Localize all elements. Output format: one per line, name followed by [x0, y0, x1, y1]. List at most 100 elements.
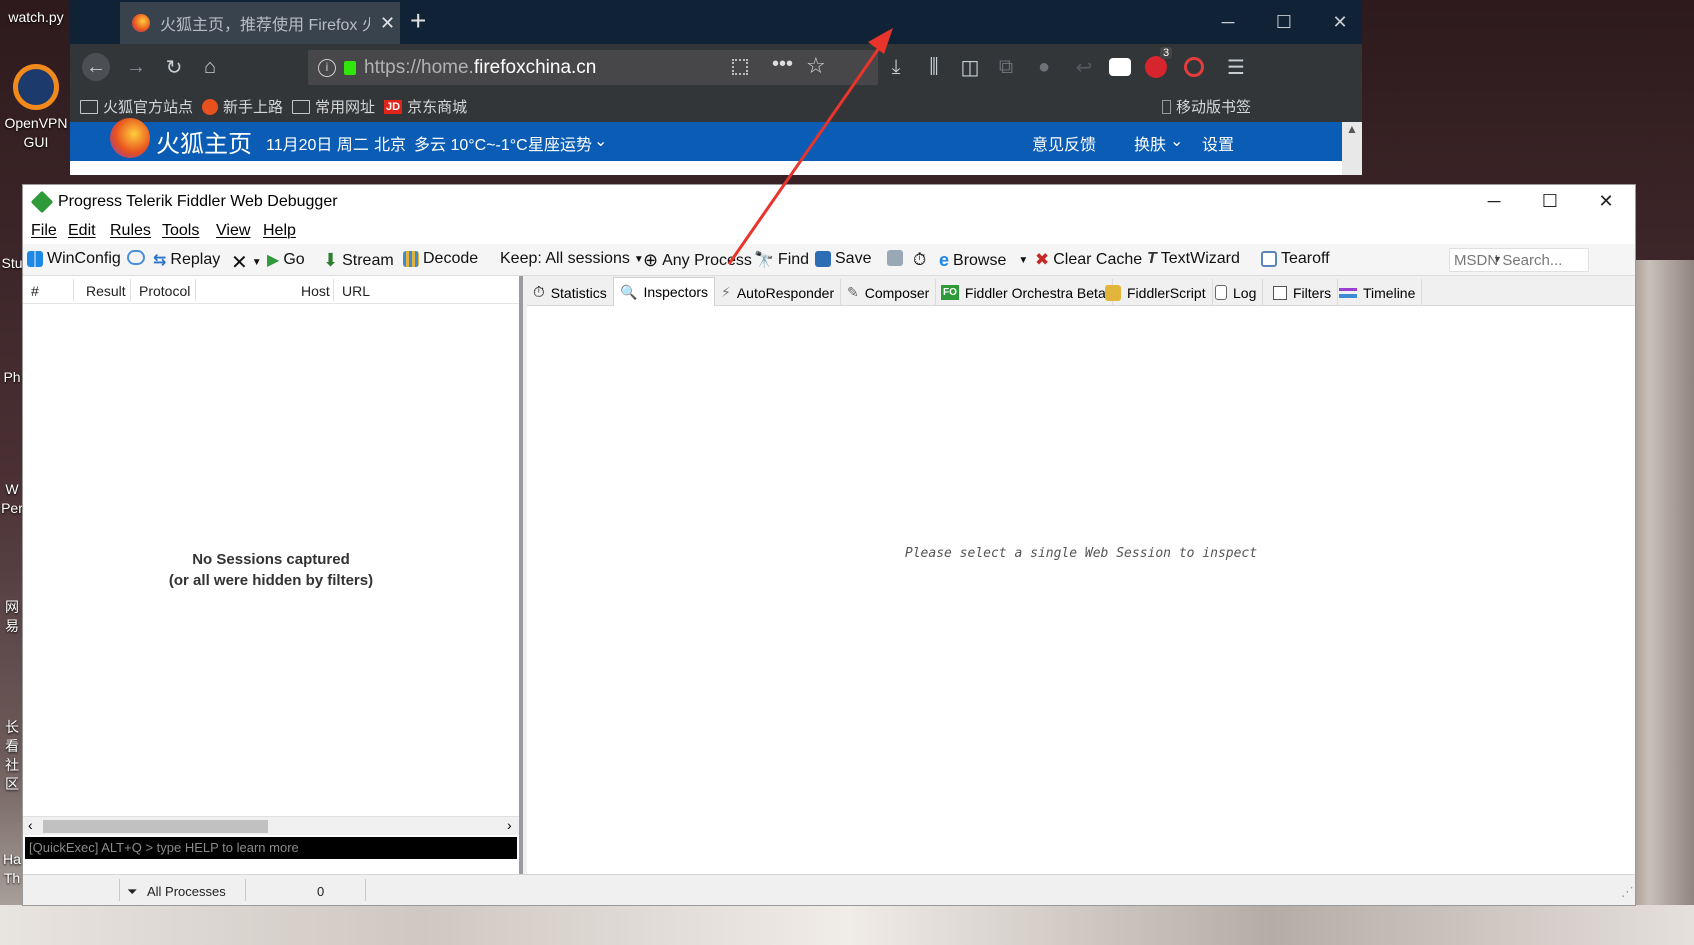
new-tab-button[interactable]: + — [410, 6, 426, 36]
info-icon[interactable]: i — [318, 58, 336, 77]
desktop-icon-ph[interactable]: Ph — [0, 368, 24, 387]
sessions-pane[interactable]: # Result Protocol Host URL No Sessions c… — [23, 276, 523, 874]
desktop-icon-ha[interactable]: Ha Th — [0, 850, 24, 888]
menu-hamburger-icon[interactable]: ☰ — [1222, 53, 1250, 81]
column-url[interactable]: URL — [342, 283, 370, 299]
replay-button[interactable]: ⇆ Replay — [153, 250, 220, 270]
desktop-icon-watch[interactable]: watch.py — [0, 8, 72, 27]
fiddler-close-button[interactable]: ✕ — [1577, 185, 1635, 218]
textwizard-button[interactable]: T TextWizard — [1147, 250, 1240, 268]
firefox-maximize-button[interactable]: ☐ — [1256, 0, 1312, 44]
tab-close-icon[interactable]: ✕ — [380, 13, 395, 34]
reload-button[interactable]: ↻ — [160, 53, 188, 81]
screenshot-icon[interactable]: ⧉ — [992, 53, 1020, 81]
column-number[interactable]: # — [31, 283, 39, 299]
tab-timeline[interactable]: Timeline — [1333, 279, 1423, 306]
block-icon[interactable] — [1180, 53, 1208, 81]
menu-tools[interactable]: Tools — [162, 222, 199, 240]
tab-inspectors[interactable]: 🔍 Inspectors — [613, 277, 716, 306]
fiddler-maximize-button[interactable]: ☐ — [1521, 185, 1579, 218]
find-button[interactable]: 🔭 Find — [754, 250, 809, 270]
column-protocol[interactable]: Protocol — [139, 283, 190, 299]
firefox-tab[interactable]: 火狐主页，推荐使用 Firefox 火 ✕ — [120, 2, 400, 44]
menu-file[interactable]: File — [31, 222, 57, 240]
forward-button[interactable]: → — [122, 53, 150, 81]
winconfig-button[interactable]: WinConfig — [27, 250, 121, 268]
page-city[interactable]: 北京 — [374, 131, 406, 155]
tab-fiddler-orchestra[interactable]: FO Fiddler Orchestra Beta — [935, 279, 1113, 306]
page-weather[interactable]: 多云 10°C~-1°C — [414, 131, 528, 155]
process-filter-icon[interactable]: ⏷ — [127, 884, 137, 900]
column-separator[interactable] — [333, 279, 334, 301]
column-host[interactable]: Host — [301, 283, 330, 299]
scrollbar-thumb[interactable] — [43, 820, 268, 833]
scroll-up-icon[interactable]: ▲ — [1342, 122, 1362, 136]
fiddler-minimize-button[interactable]: ─ — [1465, 185, 1523, 218]
bookmark-item[interactable]: 新手上路 — [202, 96, 283, 117]
chevron-down-icon[interactable]: ⌄ — [1170, 131, 1183, 151]
desktop-icon-openvpn[interactable]: OpenVPN GUI — [0, 64, 72, 152]
go-button[interactable]: ▶ Go — [267, 250, 305, 270]
page-feedback[interactable]: 意见反馈 — [1032, 131, 1096, 155]
home-button[interactable]: ⌂ — [196, 53, 224, 81]
page-scrollbar[interactable]: ▲ — [1342, 122, 1362, 175]
desktop-icon-stu[interactable]: Stu — [0, 254, 24, 273]
timer-button[interactable]: ⏱ — [913, 250, 926, 270]
column-separator[interactable] — [195, 279, 196, 301]
stream-button[interactable]: ⬇ Stream — [323, 250, 394, 271]
tab-composer[interactable]: ✎ Composer — [841, 279, 937, 306]
desktop-icon-netease[interactable]: 网易 — [0, 598, 24, 636]
page-actions-icon[interactable]: ••• — [772, 53, 793, 76]
screenshot-button[interactable] — [887, 250, 903, 266]
page-settings[interactable]: 设置 — [1202, 131, 1234, 155]
menu-view[interactable]: View — [216, 222, 250, 240]
desktop-icon-wper[interactable]: W Per — [0, 480, 24, 518]
keep-sessions-dropdown[interactable]: Keep: All sessions ▼ — [500, 250, 644, 268]
reader-icon[interactable]: ↩ — [1070, 53, 1098, 81]
scroll-right-icon[interactable]: › — [507, 817, 512, 833]
column-separator[interactable] — [130, 279, 131, 301]
decode-button[interactable]: Decode — [403, 250, 478, 268]
tab-fiddlerscript[interactable]: FiddlerScript — [1099, 279, 1213, 306]
status-processes[interactable]: All Processes — [147, 884, 226, 899]
bookmark-star-icon[interactable]: ☆ — [806, 53, 826, 79]
bookmark-item[interactable]: 火狐官方站点 — [80, 96, 193, 117]
browse-button[interactable]: e Browse ▼ — [939, 250, 1028, 271]
tearoff-button[interactable]: Tearoff — [1261, 250, 1330, 268]
back-button[interactable]: ← — [82, 53, 110, 81]
mobile-bookmarks[interactable]: 移动版书签 — [1162, 96, 1251, 117]
downloads-icon[interactable]: ⤓ — [882, 53, 910, 81]
resize-grip-icon[interactable]: ⋰ — [1621, 884, 1634, 900]
any-process-button[interactable]: ⊕ Any Process — [643, 250, 752, 271]
page-horoscope[interactable]: 星座运势 — [528, 131, 592, 155]
firefox-close-button[interactable]: ✕ — [1312, 0, 1368, 44]
menu-help[interactable]: Help — [263, 222, 296, 240]
menu-rules[interactable]: Rules — [110, 222, 151, 240]
sidebar-icon[interactable]: ◫ — [956, 53, 984, 81]
sessions-horizontal-scrollbar[interactable]: ‹ › — [23, 816, 519, 835]
column-result[interactable]: Result — [86, 283, 126, 299]
desktop-icon-community[interactable]: 长看 社区 — [0, 718, 24, 794]
chevron-down-icon[interactable]: ⌄ — [594, 131, 607, 151]
qr-code-icon[interactable] — [732, 59, 748, 75]
url-bar[interactable]: i https://home.firefoxchina.cn ••• ☆ — [308, 50, 878, 85]
scroll-left-icon[interactable]: ‹ — [28, 817, 33, 833]
tab-filters[interactable]: Filters — [1267, 279, 1339, 306]
library-icon[interactable]: ⫼ — [920, 53, 948, 81]
menu-edit[interactable]: Edit — [68, 222, 96, 240]
quickexec-input[interactable]: [QuickExec] ALT+Q > type HELP to learn m… — [25, 837, 517, 859]
save-button[interactable]: Save — [815, 250, 871, 268]
page-skin[interactable]: 换肤 — [1134, 131, 1166, 155]
adblock-icon[interactable]: 3 — [1142, 47, 1173, 81]
chat-icon[interactable]: ● — [1030, 53, 1058, 81]
tab-log[interactable]: Log — [1209, 279, 1264, 306]
remove-button[interactable]: ✕ ▼ — [231, 250, 262, 275]
tab-autoresponder[interactable]: ⚡ AutoResponder — [715, 279, 842, 306]
tampermonkey-icon[interactable] — [1106, 53, 1134, 81]
toolbar-overflow-icon[interactable]: ▼ — [1493, 254, 1502, 264]
bookmark-item[interactable]: JD 京东商城 — [384, 96, 467, 117]
bookmark-item[interactable]: 常用网址 — [292, 96, 375, 117]
page-brand[interactable]: 火狐主页 — [156, 124, 252, 159]
column-separator[interactable] — [73, 279, 74, 301]
firefox-minimize-button[interactable]: ─ — [1200, 0, 1256, 44]
